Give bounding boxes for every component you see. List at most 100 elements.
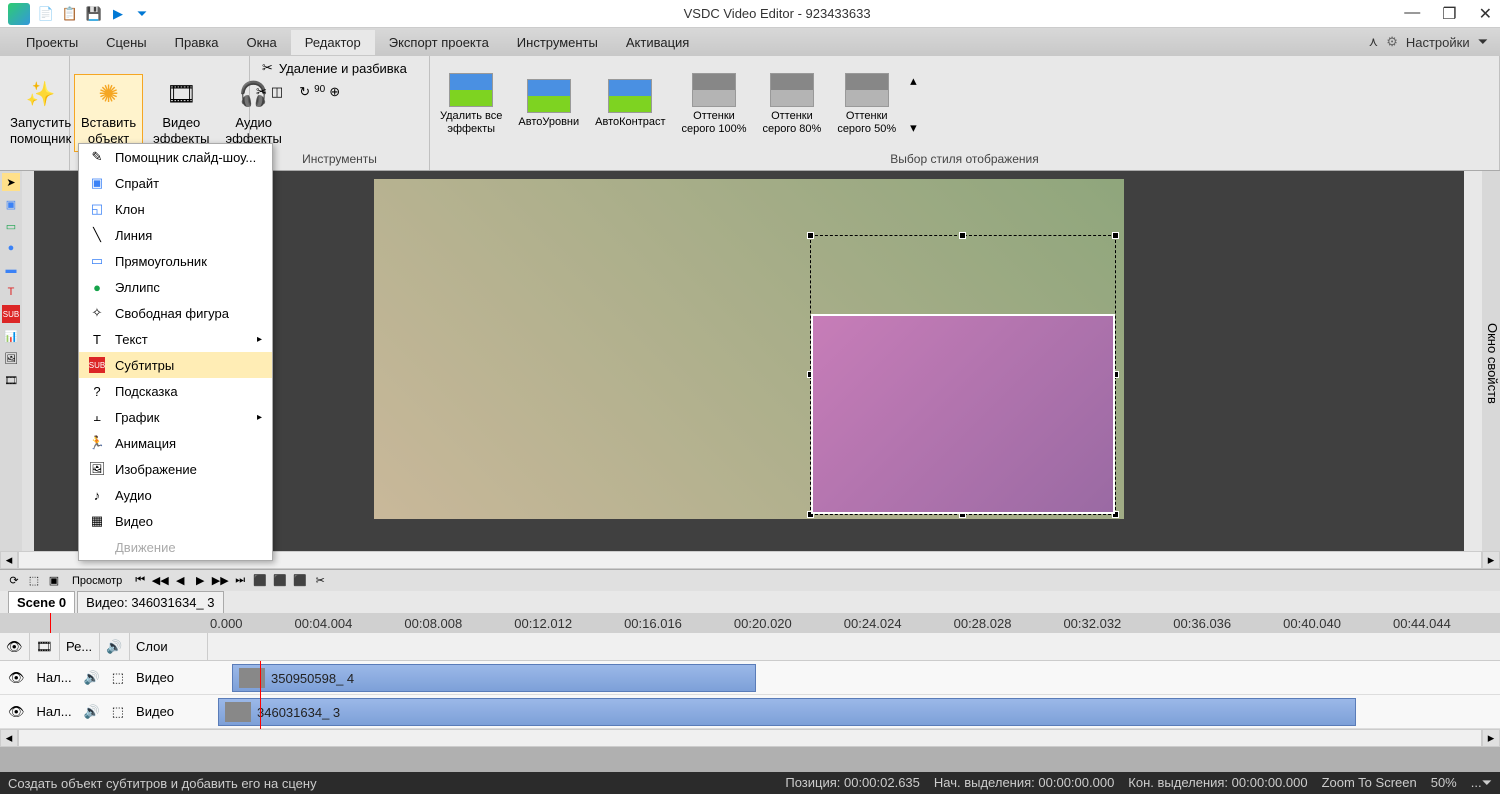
style-item-5[interactable]: Оттенкисерого 50% [831, 71, 902, 136]
maximize-button[interactable]: ❐ [1442, 4, 1456, 24]
dropdown-item-помощник-слайд-шоу-[interactable]: ✎Помощник слайд-шоу... [79, 144, 272, 170]
dropdown-item-субтитры[interactable]: SUBСубтитры [79, 352, 272, 378]
playhead[interactable] [50, 613, 51, 633]
tool-circle-icon[interactable]: ● [2, 239, 20, 257]
scene-tab[interactable]: Scene 0 [8, 591, 75, 614]
scroll-left-button[interactable]: ◂ [0, 551, 18, 569]
dropdown-item-график[interactable]: ⫠График▸ [79, 404, 272, 430]
pip-selection[interactable] [810, 235, 1116, 515]
pb-cut-icon[interactable]: ✂ [312, 573, 328, 589]
dropdown-item-линия[interactable]: ╲Линия [79, 222, 272, 248]
pb-item-icon[interactable]: ▣ [46, 573, 62, 589]
tl-scroll-track[interactable] [18, 729, 1482, 747]
row-eye-icon[interactable]: 👁 [4, 670, 29, 686]
properties-panel-tab[interactable]: Окно свойств [1482, 171, 1500, 551]
qat-more-icon[interactable]: ⏷ [134, 6, 150, 22]
help-icon[interactable]: ⋏ [1369, 34, 1379, 50]
handle-ne[interactable] [1112, 232, 1119, 239]
tool-360-icon[interactable]: ⊕ [329, 84, 340, 100]
styles-scroll-up[interactable]: ▴ [910, 73, 917, 89]
pb-loop-icon[interactable]: ⟳ [6, 573, 22, 589]
pb-last-icon[interactable]: ⏭ [232, 573, 248, 589]
clip-0[interactable]: 350950598_ 4 [232, 664, 756, 692]
pb-marker2-icon[interactable]: ⬛ [272, 573, 288, 589]
dropdown-item-прямоугольник[interactable]: ▭Прямоугольник [79, 248, 272, 274]
dropdown-item-свободная-фигура[interactable]: ✧Свободная фигура [79, 300, 272, 326]
tool-90-icon[interactable]: 90 [314, 84, 325, 100]
insert-object-button[interactable]: ✺ Вставить объект [74, 74, 143, 151]
row-eye-icon[interactable]: 👁 [4, 704, 29, 720]
style-item-4[interactable]: Оттенкисерого 80% [756, 71, 827, 136]
menu-activation[interactable]: Активация [612, 30, 703, 55]
style-item-2[interactable]: АвтоКонтраст [589, 77, 671, 130]
dropdown-item-спрайт[interactable]: ▣Спрайт [79, 170, 272, 196]
pb-stop-icon[interactable]: ⬚ [26, 573, 42, 589]
qat-play-icon[interactable]: ▶ [110, 6, 126, 22]
video-tab[interactable]: Видео: 346031634_ 3 [77, 591, 223, 614]
row-audio-icon[interactable]: 🔊 [80, 670, 104, 686]
canvas-scrollbar-v[interactable] [1464, 171, 1482, 551]
eye-icon[interactable]: 👁 [6, 639, 23, 655]
settings-link[interactable]: Настройки [1406, 35, 1470, 50]
scroll-right-button[interactable]: ▸ [1482, 551, 1500, 569]
dropdown-item-анимация[interactable]: 🏃Анимация [79, 430, 272, 456]
tool-sub-icon[interactable]: SUB [2, 305, 20, 323]
timeline-ruler[interactable]: 0.00000:04.00400:08.00800:12.01200:16.01… [0, 613, 1500, 633]
pb-fwd-icon[interactable]: ▶▶ [212, 573, 228, 589]
style-item-0[interactable]: Удалить всеэффекты [434, 71, 508, 136]
dropdown-item-аудио[interactable]: ♪Аудио [79, 482, 272, 508]
menu-export[interactable]: Экспорт проекта [375, 30, 503, 55]
audio-col-icon[interactable]: 🔊 [106, 639, 122, 655]
tool-pic-icon[interactable]: 🖼 [2, 349, 20, 367]
pb-prev-icon[interactable]: ◀◀ [152, 573, 168, 589]
pb-first-icon[interactable]: ⏮ [132, 573, 148, 589]
dropdown-item-подсказка[interactable]: ?Подсказка [79, 378, 272, 404]
tool-rect-icon[interactable]: ▬ [2, 261, 20, 279]
tool-cut-icon[interactable]: ✂ [256, 84, 267, 100]
video-effects-button[interactable]: 🎞 Видео эффекты [147, 75, 215, 150]
delete-split-row[interactable]: ✂ Удаление и разбивка [254, 58, 425, 78]
menu-projects[interactable]: Проекты [12, 30, 92, 55]
status-zoom-label[interactable]: Zoom To Screen [1322, 775, 1417, 791]
tool-rotate-icon[interactable]: ↻ [299, 84, 310, 100]
tool-text-icon[interactable]: T [2, 283, 20, 301]
tl-scroll-left[interactable]: ◂ [0, 729, 18, 747]
clip-1[interactable]: 346031634_ 3 [218, 698, 1356, 726]
qat-save-icon[interactable]: 💾 [86, 6, 102, 22]
row-fx-icon[interactable]: ⬚ [108, 670, 128, 686]
tool-chart-icon[interactable]: 📊 [2, 327, 20, 345]
tool-img-icon[interactable]: ▣ [2, 195, 20, 213]
dropdown-item-текст[interactable]: TТекст▸ [79, 326, 272, 352]
menu-editor[interactable]: Редактор [291, 30, 375, 55]
style-item-1[interactable]: АвтоУровни [512, 77, 585, 130]
handle-n[interactable] [959, 232, 966, 239]
tool-pointer-icon[interactable]: ➤ [2, 173, 20, 191]
tool-crop-icon[interactable]: ◫ [271, 84, 283, 100]
qat-open-icon[interactable]: 📋 [62, 6, 78, 22]
gear-icon[interactable]: ⚙ [1386, 34, 1398, 50]
tool-shape-icon[interactable]: ▭ [2, 217, 20, 235]
styles-scroll-down[interactable]: ▾ [910, 120, 917, 136]
dropdown-item-видео[interactable]: ▦Видео [79, 508, 272, 534]
menu-scenes[interactable]: Сцены [92, 30, 160, 55]
handle-nw[interactable] [807, 232, 814, 239]
pb-play-icon[interactable]: ▶ [192, 573, 208, 589]
launch-wizard-button[interactable]: ✨ Запустить помощник [4, 75, 77, 150]
pb-back-icon[interactable]: ◀ [172, 573, 188, 589]
menu-edit[interactable]: Правка [161, 30, 233, 55]
dropdown-item-изображение[interactable]: 🖼Изображение [79, 456, 272, 482]
dropdown-icon[interactable]: ⏷ [1478, 34, 1488, 50]
menu-windows[interactable]: Окна [233, 30, 291, 55]
close-button[interactable]: ✕ [1479, 4, 1492, 24]
video-canvas[interactable] [374, 179, 1124, 519]
tl-scroll-right[interactable]: ▸ [1482, 729, 1500, 747]
timeline-playhead[interactable] [260, 661, 261, 729]
tool-film-icon[interactable]: 🎞 [2, 371, 20, 389]
status-zoom-dropdown-icon[interactable]: ...⏷ [1471, 775, 1492, 791]
menu-tools[interactable]: Инструменты [503, 30, 612, 55]
pb-marker3-icon[interactable]: ⬛ [292, 573, 308, 589]
style-item-3[interactable]: Оттенкисерого 100% [676, 71, 753, 136]
qat-new-icon[interactable]: 📄 [38, 6, 54, 22]
dropdown-item-клон[interactable]: ◱Клон [79, 196, 272, 222]
film-col-icon[interactable]: 🎞 [36, 639, 53, 655]
